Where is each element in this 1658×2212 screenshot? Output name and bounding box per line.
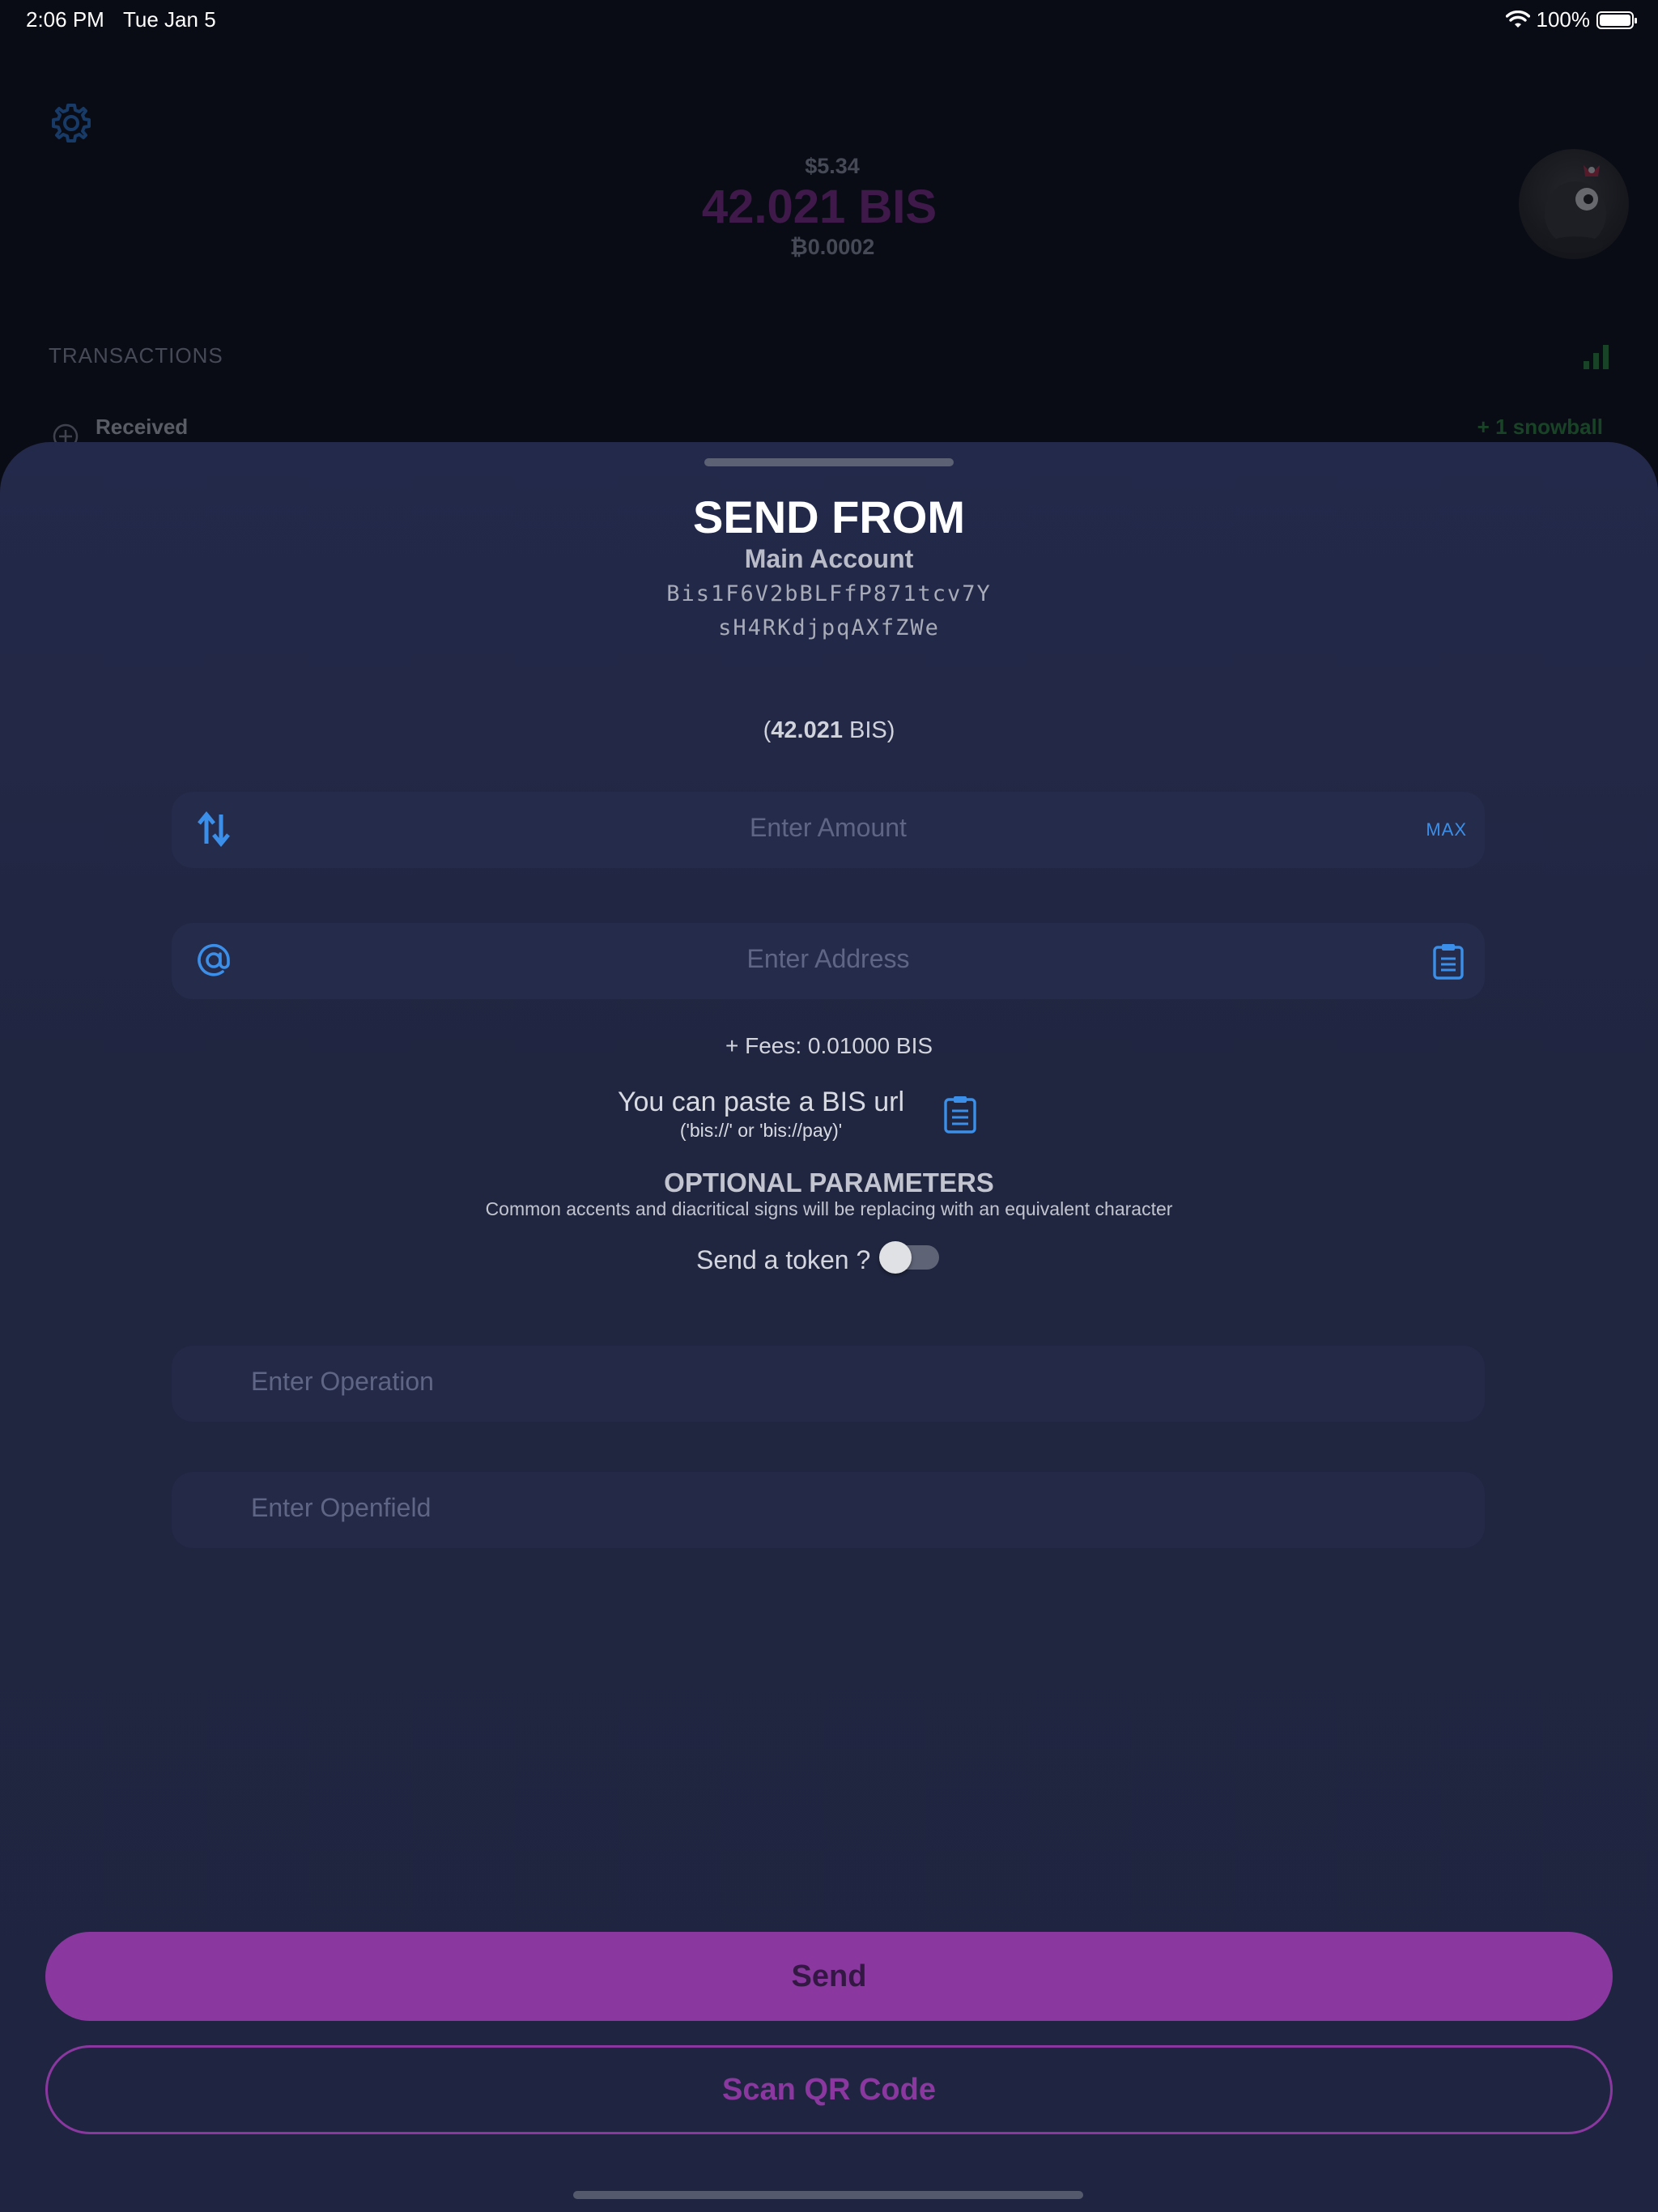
send-sheet: SEND FROM Main Account Bis1F6V2bBLFfP871…: [0, 442, 1658, 2212]
paste-url-title: You can paste a BIS url: [617, 1087, 905, 1117]
optional-parameters-note: Common accents and diacritical signs wil…: [485, 1198, 1173, 1219]
openfield-input[interactable]: Enter Openfield: [251, 1493, 431, 1523]
optional-parameters-title: OPTIONAL PARAMETERS: [664, 1168, 994, 1197]
account-address-line1: Bis1F6V2bBLFfP871tcv7Y: [666, 581, 992, 606]
sheet-drag-handle[interactable]: [704, 458, 954, 466]
max-button[interactable]: MAX: [1426, 819, 1467, 840]
account-name: Main Account: [744, 544, 914, 573]
address-input[interactable]: Enter Address: [172, 944, 1485, 974]
available-balance: (42.021 BIS): [763, 717, 895, 743]
fees-text: + Fees: 0.01000 BIS: [725, 1033, 933, 1058]
balance-btc: ₿0.0002: [789, 235, 875, 259]
home-background: $5.34 42.021 BIS ₿0.0002 TRANSACTIONS Re…: [0, 0, 1658, 449]
transaction-amount: + 1 snowball: [1477, 415, 1603, 439]
operation-field[interactable]: Enter Operation: [172, 1346, 1485, 1422]
address-field[interactable]: Enter Address: [172, 923, 1485, 999]
toggle-knob: [879, 1241, 912, 1274]
balance-fiat: $5.34: [805, 154, 860, 178]
send-token-toggle[interactable]: [879, 1241, 939, 1274]
paste-url-subtitle: ('bis://' or 'bis://pay)': [679, 1120, 843, 1141]
transactions-label: TRANSACTIONS: [49, 343, 223, 368]
avatar[interactable]: [1519, 149, 1629, 259]
operation-input[interactable]: Enter Operation: [251, 1367, 434, 1397]
home-indicator[interactable]: [573, 2191, 1083, 2199]
transaction-type: Received: [96, 415, 189, 439]
amount-input[interactable]: Enter Amount: [172, 813, 1485, 843]
paste-url-clipboard-icon[interactable]: [942, 1095, 978, 1134]
settings-gear-icon[interactable]: [49, 100, 94, 146]
account-address-line2: sH4RKdjpqAXfZWe: [718, 615, 940, 640]
app-root: 2:06 PM Tue Jan 5 100% $5.34 42.021 BIS …: [0, 0, 1658, 2212]
chart-bars-icon[interactable]: [1582, 342, 1611, 371]
balance-main: 42.021 BIS: [701, 181, 937, 233]
clipboard-icon[interactable]: [1431, 942, 1465, 980]
avatar-cat-image: [1545, 165, 1606, 253]
send-token-label: Send a token ?: [696, 1245, 871, 1274]
scan-qr-button[interactable]: Scan QR Code: [45, 2045, 1613, 2134]
available-balance-value: 42.021: [771, 717, 843, 743]
send-button[interactable]: Send: [45, 1932, 1613, 2021]
sheet-title: SEND FROM: [693, 491, 965, 542]
amount-field[interactable]: Enter Amount MAX: [172, 792, 1485, 868]
openfield-field[interactable]: Enter Openfield: [172, 1472, 1485, 1548]
paste-url-hint: You can paste a BIS url ('bis://' or 'bi…: [615, 1087, 907, 1142]
